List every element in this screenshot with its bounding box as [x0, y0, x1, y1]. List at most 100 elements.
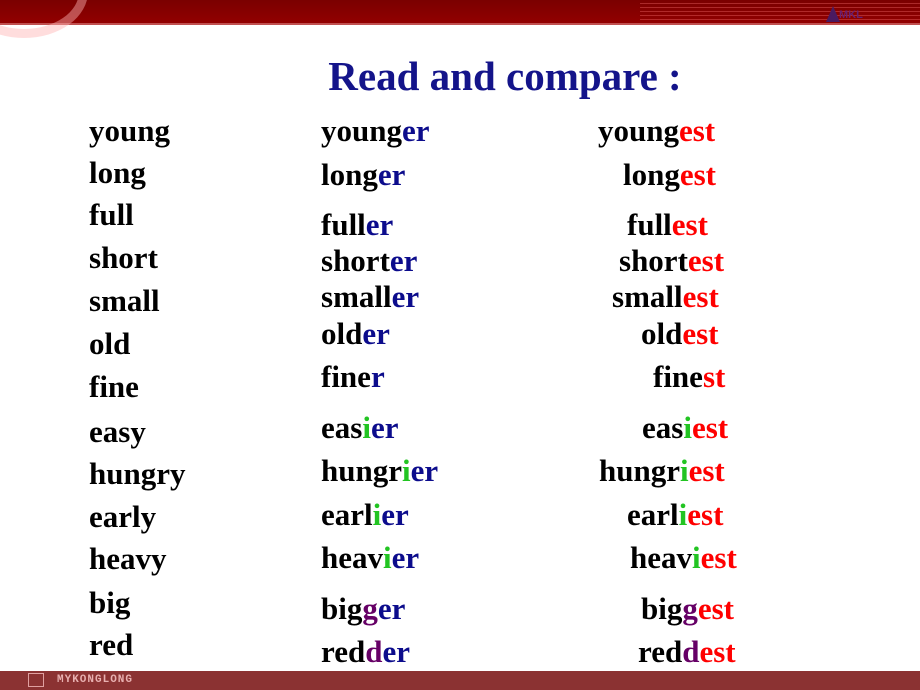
comparative-word: shorter	[321, 245, 417, 277]
superlative-word: longest	[623, 159, 716, 191]
word-segment: r	[370, 359, 385, 394]
word-segment: hungr	[599, 453, 680, 488]
superlative-word: easiest	[642, 412, 728, 444]
word-segment: i	[383, 540, 392, 575]
superlative-word: oldest	[641, 318, 719, 350]
superlative-word: biggest	[641, 593, 734, 625]
slide-title: Read and compare :	[328, 53, 682, 99]
word-segment: i	[372, 497, 382, 532]
word-segment: fine	[653, 359, 703, 394]
word-segment: big	[321, 591, 363, 626]
word-segment: short	[321, 243, 390, 278]
word-segment: est	[678, 113, 716, 148]
word-segment: earl	[627, 497, 679, 532]
bottom-banner: MYKONGLONG	[0, 671, 920, 690]
word-segment: est	[700, 540, 737, 575]
word-segment: est	[682, 279, 719, 314]
word-segment: heav	[630, 540, 692, 575]
decorative-arc	[0, 0, 88, 38]
comparative-word: fuller	[321, 209, 393, 241]
word-segment: er	[365, 207, 394, 242]
word-segment: er	[362, 316, 390, 351]
base-word: young	[89, 113, 170, 148]
brand-logo: MKL	[826, 3, 876, 22]
top-banner: MKL	[0, 0, 920, 38]
comparative-word: redder	[321, 636, 410, 668]
base-word: small	[89, 283, 160, 318]
word-segment: i	[678, 497, 688, 532]
brand-seal-icon	[28, 673, 44, 687]
word-segment: est	[687, 243, 725, 278]
comparative-word: easier	[321, 412, 398, 444]
word-segment: er	[381, 497, 409, 532]
comparative-word: older	[321, 318, 390, 350]
word-segment: long	[321, 157, 378, 192]
comparative-word: earlier	[321, 499, 409, 531]
word-segment: er	[391, 540, 420, 575]
word-segment: est	[697, 591, 735, 626]
base-word: short	[89, 240, 158, 275]
word-segment: hungr	[321, 453, 402, 488]
word-segment: full	[627, 207, 672, 242]
slide: MKL Read and compare : young younger young…	[0, 0, 920, 690]
base-word: easy	[89, 414, 146, 449]
comparative-word: bigger	[321, 593, 405, 625]
word-segment: er	[389, 243, 418, 278]
base-word: long	[89, 155, 146, 190]
brand-top-text: MKL	[839, 9, 863, 21]
word-segment: er	[377, 157, 406, 192]
comparative-word: longer	[321, 159, 405, 191]
word-segment: er	[370, 410, 399, 445]
word-segment: st	[702, 359, 726, 394]
comparative-word: finer	[321, 361, 385, 393]
word-segment: g	[362, 591, 378, 626]
word-segment: eas	[642, 410, 684, 445]
base-word: fine	[89, 369, 139, 404]
word-segment: est	[671, 207, 708, 242]
superlative-word: reddest	[638, 636, 736, 668]
comparative-word: younger	[321, 115, 430, 147]
superlative-word: fullest	[627, 209, 708, 241]
word-segment: i	[362, 410, 371, 445]
footer-brand: MYKONGLONG	[57, 674, 134, 686]
superlative-word: shortest	[619, 245, 724, 277]
word-segment: i	[683, 410, 692, 445]
base-word: full	[89, 197, 134, 232]
superlative-word: earliest	[627, 499, 723, 531]
word-segment: small	[612, 279, 683, 314]
word-segment: full	[321, 207, 366, 242]
comparative-word: heavier	[321, 542, 419, 574]
base-word: old	[89, 326, 131, 361]
dinosaur-icon	[826, 6, 840, 22]
word-segment: est	[682, 316, 719, 351]
superlative-word: hungriest	[599, 455, 725, 487]
word-segment: heav	[321, 540, 383, 575]
word-segment: d	[365, 634, 383, 669]
word-segment: short	[619, 243, 688, 278]
word-segment: er	[401, 113, 430, 148]
superlative-word: youngest	[598, 115, 715, 147]
word-segment: eas	[321, 410, 363, 445]
comparative-word: hungrier	[321, 455, 438, 487]
word-segment: est	[687, 497, 724, 532]
word-segment: young	[598, 113, 679, 148]
word-segment: small	[321, 279, 392, 314]
word-segment: red	[638, 634, 683, 669]
word-segment: er	[377, 591, 406, 626]
word-segment: est	[679, 157, 717, 192]
word-segment: big	[641, 591, 683, 626]
word-segment: i	[401, 453, 411, 488]
word-segment: long	[623, 157, 680, 192]
base-word: early	[89, 499, 157, 534]
word-segment: est	[691, 410, 729, 445]
word-segment: er	[382, 634, 410, 669]
base-word: heavy	[89, 541, 167, 576]
superlative-word: heaviest	[630, 542, 737, 574]
superlative-word: smallest	[612, 281, 719, 313]
word-segment: i	[692, 540, 701, 575]
decorative-lines	[640, 3, 920, 21]
word-segment: old	[641, 316, 683, 351]
word-segment: er	[410, 453, 439, 488]
base-word: hungry	[89, 456, 186, 491]
base-word: red	[89, 627, 134, 662]
